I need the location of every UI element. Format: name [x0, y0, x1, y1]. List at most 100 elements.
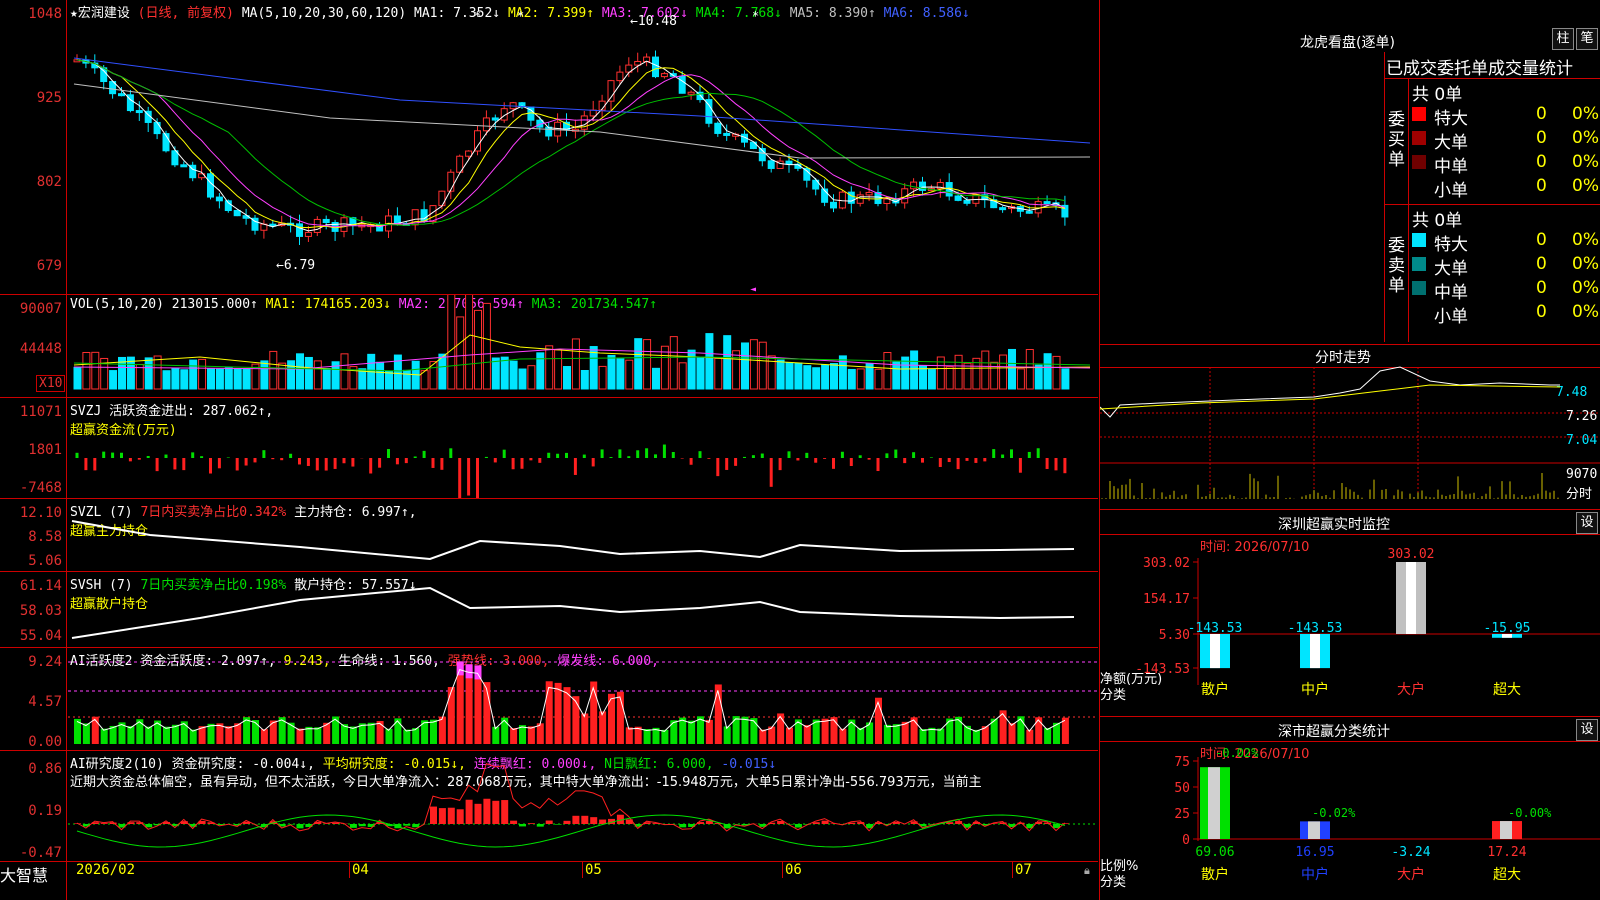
order-type: 特大 [1434, 235, 1468, 255]
candle [652, 56, 659, 78]
candle [393, 215, 401, 224]
candle [180, 164, 188, 168]
activity-bar [349, 726, 357, 744]
research-bar [465, 799, 473, 824]
research-bar [536, 824, 544, 827]
volume-bar [749, 339, 758, 390]
activity-bar [688, 720, 696, 744]
y-tick-label: 154.17 [1143, 592, 1190, 607]
candle [856, 194, 864, 204]
monitor-bar-label: -143.53 [1288, 621, 1343, 636]
x-tick-label: 06 [785, 862, 802, 878]
activity-bar [857, 727, 865, 744]
brand-label[interactable]: 大智慧 [0, 862, 48, 886]
kline-panel[interactable]: 1048 925 802 679 ★宏润建设 (日线, 前复权) MA(5,10… [0, 0, 1098, 295]
ai-research-panel[interactable]: 0.86 0.19 -0.47 AI研究度2(10) 资金研究度: -0.004… [0, 751, 1098, 862]
monitor-bar-chart[interactable]: 303.02154.175.30-143.53-143.53 -143.53303… [1100, 510, 1600, 716]
legend-swatch [1412, 281, 1426, 295]
monitor-bar-label: -15.95 [1484, 621, 1531, 636]
ai-activity-chart[interactable] [0, 648, 1098, 750]
volume-bar [580, 370, 589, 390]
order-pct: 0% [1572, 152, 1599, 172]
volume-bar [741, 342, 749, 390]
candle [215, 196, 223, 202]
activity-bar [376, 720, 384, 744]
volume-chart[interactable] [0, 295, 1098, 397]
svzl-panel[interactable]: 12.10 8.58 5.06 SVZL (7) 7日内买卖净占比0.342% … [0, 499, 1098, 572]
volume-bar [198, 358, 207, 390]
research-bar [572, 815, 580, 824]
svsh-panel[interactable]: 61.14 58.03 55.04 SVSH (7) 7日内买卖净占比0.198… [0, 572, 1098, 648]
y-tick-label: 75 [1174, 755, 1190, 770]
volume-bar [1052, 355, 1061, 390]
longhu-title: 龙虎看盘(逐单) [1300, 35, 1395, 51]
volume-bar [269, 350, 278, 390]
volume-bar [687, 349, 696, 390]
activity-bar [786, 727, 793, 744]
volume-bar [242, 368, 251, 390]
volume-bar [963, 362, 972, 390]
intraday-panel[interactable]: 分时走势 7.48 7.26 7.04 9070 分时 [1099, 345, 1600, 510]
activity-bar [447, 686, 455, 744]
volume-bar [482, 302, 491, 390]
svzj-chart[interactable] [0, 398, 1098, 498]
volume-bar [945, 366, 954, 390]
volume-bar [927, 369, 936, 390]
longhu-header: 已成交委托单成交量统计 [1386, 59, 1573, 79]
order-count: 0 [1536, 152, 1547, 172]
volume-bar [180, 369, 189, 390]
research-bar [527, 823, 535, 824]
intraday-chart[interactable] [1100, 345, 1600, 509]
activity-bar [163, 726, 170, 744]
order-type: 小单 [1434, 307, 1468, 327]
svsh-chart[interactable] [0, 572, 1098, 647]
category-label: 中户 [1301, 681, 1329, 698]
volume-bar [847, 368, 856, 390]
x-month-divider [349, 862, 350, 878]
volume-bar [402, 369, 411, 390]
volume-bar [296, 353, 304, 390]
volume-bar [82, 351, 91, 390]
tick-mode-button[interactable]: 笔 [1576, 28, 1598, 50]
activity-bar [821, 718, 829, 744]
candle [616, 71, 624, 82]
classify-top-label: -0.02% [1215, 746, 1259, 760]
activity-bar [287, 722, 295, 744]
volume-bar [322, 368, 331, 390]
candlestick-chart[interactable]: * * * ◄ [0, 0, 1098, 294]
research-bar [349, 824, 357, 828]
lock-icon[interactable]: 🔒︎ [1084, 864, 1090, 878]
classify-bar-chart[interactable]: 75 50 25 0 -0.02% -0.02% -0.00% 69.06 16.95 -3.24… [1100, 717, 1600, 900]
order-count: 0 [1536, 176, 1547, 196]
volume-bar [563, 366, 571, 390]
order-row: 小单 0 0% [1412, 302, 1600, 327]
monitor-panel[interactable]: 深圳超赢实时监控 设 时间: 2026/07/10 净额(万元) 分类 303.… [1099, 510, 1600, 717]
activity-bar [892, 724, 900, 744]
bar-mode-button[interactable]: 柱 [1552, 28, 1574, 50]
classify-top-label: -0.02% [1312, 806, 1356, 820]
order-row: 大单 0 0% [1412, 128, 1600, 153]
research-bar [519, 824, 526, 827]
legend-swatch [1412, 155, 1426, 169]
activity-bar [510, 728, 518, 744]
activity-bar [385, 728, 393, 744]
classify-panel[interactable]: 深市超赢分类统计 设 时间: 2026/07/10 比例% 分类 75 50 25 0… [1099, 717, 1600, 900]
candle [785, 160, 793, 165]
order-type: 小单 [1434, 181, 1468, 201]
volume-panel[interactable]: 90007 44448 X10 VOL(5,10,20) 213015.000↑… [0, 295, 1098, 398]
event-star-icon: * [752, 9, 759, 23]
activity-bar [545, 681, 553, 744]
activity-bar [723, 726, 731, 744]
activity-bar [839, 728, 847, 744]
ai-activity-panel[interactable]: 9.24 4.57 0.00 AI活跃度2 资金活跃度: 2.097↑, 9.2… [0, 648, 1098, 751]
svzl-chart[interactable] [0, 499, 1098, 571]
volume-bar [171, 367, 180, 390]
volume-bar [287, 360, 296, 390]
svzj-panel[interactable]: 11071 1801 -7468 SVZJ 活跃资金进出: 287.062↑, … [0, 398, 1098, 499]
volume-bar [1008, 348, 1016, 390]
candle [865, 191, 873, 196]
ai-research-chart[interactable] [0, 751, 1098, 861]
volume-bar [447, 295, 456, 390]
research-bar [581, 815, 589, 824]
volume-bar [794, 362, 803, 390]
